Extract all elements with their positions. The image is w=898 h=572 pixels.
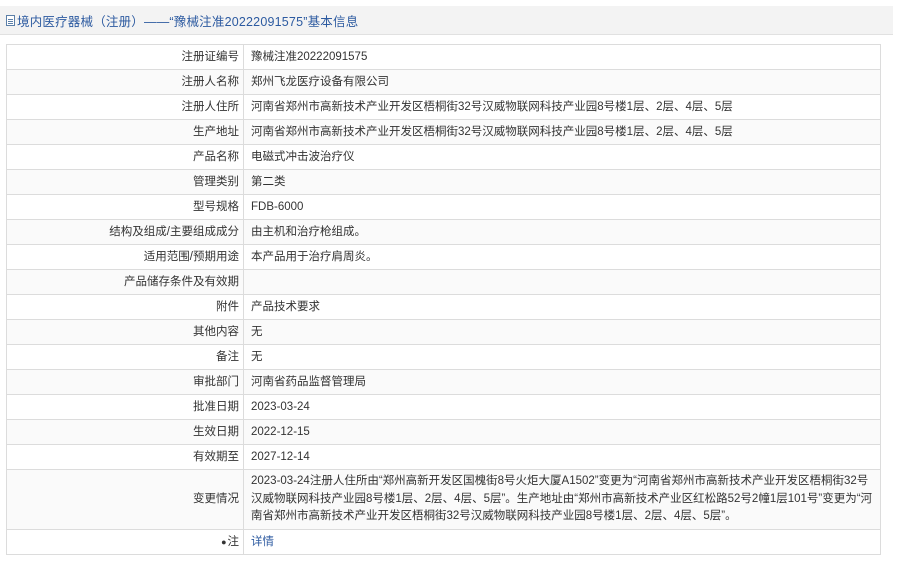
row-label: 适用范围/预期用途 [6, 244, 244, 270]
row-label: 管理类别 [6, 169, 244, 195]
bullet-icon: ● [221, 536, 227, 547]
row-value: 电磁式冲击波治疗仪 [243, 144, 881, 170]
row-value: 河南省药品监督管理局 [243, 369, 881, 395]
table-row: 变更情况 2023-03-24注册人住所由“郑州高新开发区国槐街8号火炬大厦A1… [6, 469, 881, 530]
row-value: 2023-03-24 [243, 394, 881, 420]
row-value [243, 269, 881, 295]
document-icon [6, 14, 15, 26]
row-value: 郑州飞龙医疗设备有限公司 [243, 69, 881, 95]
row-label: 审批部门 [6, 369, 244, 395]
row-label: 有效期至 [6, 444, 244, 470]
table-row: 结构及组成/主要组成成分 由主机和治疗枪组成。 [6, 219, 881, 245]
row-value: 无 [243, 319, 881, 345]
row-label: 其他内容 [6, 319, 244, 345]
note-value-cell: 详情 [243, 529, 881, 555]
table-row: 产品名称 电磁式冲击波治疗仪 [6, 144, 881, 170]
row-label: 注册人住所 [6, 94, 244, 120]
note-label: 注 [227, 535, 240, 548]
table-row: 注册证编号 豫械注准20222091575 [6, 44, 881, 70]
row-value: FDB-6000 [243, 194, 881, 220]
row-value: 河南省郑州市高新技术产业开发区梧桐街32号汉威物联网科技产业园8号楼1层、2层、… [243, 119, 881, 145]
table-row: 产品储存条件及有效期 [6, 269, 881, 295]
row-label: 备注 [6, 344, 244, 370]
page-header: 境内医疗器械（注册）——“豫械注准20222091575”基本信息 [0, 6, 893, 35]
note-label-cell: ●注 [6, 529, 244, 555]
table-row: 备注 无 [6, 344, 881, 370]
table-row: 生效日期 2022-12-15 [6, 419, 881, 445]
table-row: 注册人住所 河南省郑州市高新技术产业开发区梧桐街32号汉威物联网科技产业园8号楼… [6, 94, 881, 120]
row-label: 附件 [6, 294, 244, 320]
table-row: 适用范围/预期用途 本产品用于治疗肩周炎。 [6, 244, 881, 270]
row-label: 结构及组成/主要组成成分 [6, 219, 244, 245]
table-row-note: ●注 详情 [6, 529, 881, 555]
row-value: 豫械注准20222091575 [243, 44, 881, 70]
table-row: 有效期至 2027-12-14 [6, 444, 881, 470]
row-label: 批准日期 [6, 394, 244, 420]
table-row: 审批部门 河南省药品监督管理局 [6, 369, 881, 395]
row-label: 生效日期 [6, 419, 244, 445]
row-label: 注册人名称 [6, 69, 244, 95]
details-link[interactable]: 详情 [251, 536, 274, 548]
row-value: 2027-12-14 [243, 444, 881, 470]
row-value: 第二类 [243, 169, 881, 195]
row-value: 产品技术要求 [243, 294, 881, 320]
page-title: 境内医疗器械（注册）——“豫械注准20222091575”基本信息 [17, 14, 359, 29]
row-value: 由主机和治疗枪组成。 [243, 219, 881, 245]
row-label: 型号规格 [6, 194, 244, 220]
info-table: 注册证编号 豫械注准20222091575 注册人名称 郑州飞龙医疗设备有限公司… [6, 44, 881, 555]
row-label: 注册证编号 [6, 44, 244, 70]
row-label: 产品名称 [6, 144, 244, 170]
table-row: 其他内容 无 [6, 319, 881, 345]
row-label: 生产地址 [6, 119, 244, 145]
row-value: 本产品用于治疗肩周炎。 [243, 244, 881, 270]
table-row: 生产地址 河南省郑州市高新技术产业开发区梧桐街32号汉威物联网科技产业园8号楼1… [6, 119, 881, 145]
row-value: 2022-12-15 [243, 419, 881, 445]
table-row: 注册人名称 郑州飞龙医疗设备有限公司 [6, 69, 881, 95]
table-row: 附件 产品技术要求 [6, 294, 881, 320]
table-row: 管理类别 第二类 [6, 169, 881, 195]
row-label: 产品储存条件及有效期 [6, 269, 244, 295]
row-label: 变更情况 [6, 469, 244, 530]
row-value: 无 [243, 344, 881, 370]
table-row: 批准日期 2023-03-24 [6, 394, 881, 420]
table-row: 型号规格 FDB-6000 [6, 194, 881, 220]
row-value: 2023-03-24注册人住所由“郑州高新开发区国槐街8号火炬大厦A1502”变… [243, 469, 881, 530]
row-value: 河南省郑州市高新技术产业开发区梧桐街32号汉威物联网科技产业园8号楼1层、2层、… [243, 94, 881, 120]
